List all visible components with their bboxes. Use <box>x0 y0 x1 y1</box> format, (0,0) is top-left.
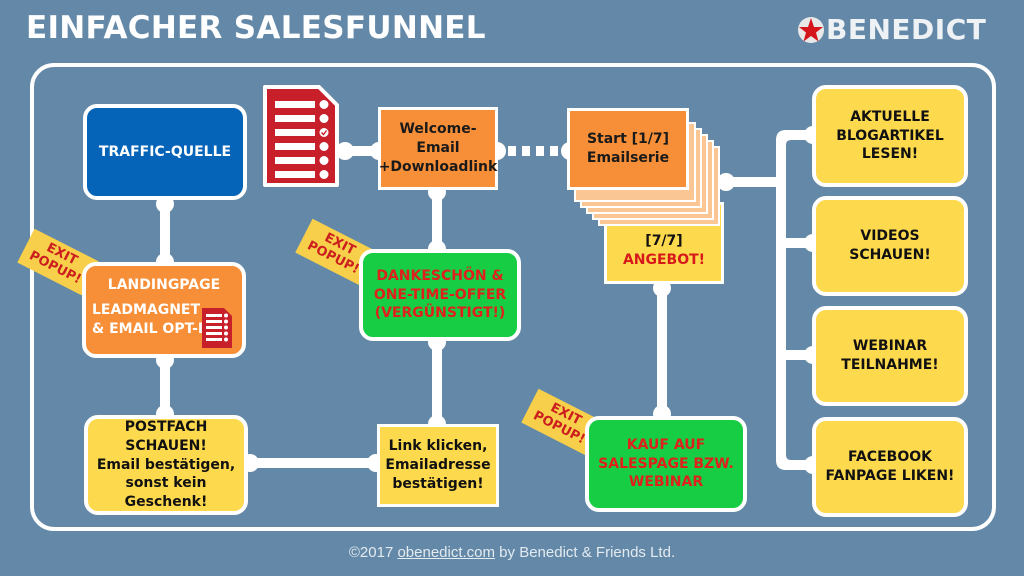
confirm-link-node: Link klicken, Emailadresse bestätigen! <box>377 424 499 507</box>
kauf-line2: SALESPAGE BZW. <box>598 455 734 472</box>
connector-link-dankeschoen <box>432 338 442 428</box>
footer-suffix: by Benedict & Friends Ltd. <box>495 544 676 561</box>
dankeschoen-line1: DANKESCHÖN & <box>376 267 504 284</box>
checklist-document-icon <box>202 308 232 348</box>
connector-series-branches <box>726 177 781 187</box>
webinar-node: WEBINAR TEILNAHME! <box>812 306 968 406</box>
blog-line3: LESEN! <box>861 146 919 163</box>
offer-line1: [7/7] <box>645 233 683 250</box>
link-line3: bestätigen! <box>392 475 484 492</box>
connector-postfach-link <box>245 458 380 468</box>
videos-line1: VIDEOS <box>860 228 920 245</box>
checklist-document-icon <box>263 85 339 187</box>
welcome-email-node: Welcome- Email +Downloadlink <box>378 107 498 190</box>
dankeschoen-line3: (VERGÜNSTIGT!) <box>374 305 506 322</box>
postfach-line1: POSTFACH SCHAUEN! <box>124 418 208 454</box>
webinar-line2: TEILNAHME! <box>841 357 939 373</box>
series-line1: Start [1/7] <box>586 131 670 148</box>
welcome-line3: +Downloadlink <box>378 158 498 175</box>
welcome-line2: Email <box>416 140 460 157</box>
link-line1: Link klicken, <box>388 438 488 455</box>
facebook-line1: FACEBOOK <box>848 449 932 466</box>
series-line2: Emailserie <box>586 150 670 166</box>
postfach-line2: Email bestätigen, <box>96 456 236 473</box>
connector-offer-kauf <box>657 284 667 416</box>
traffic-source-label: TRAFFIC-QUELLE <box>98 143 232 160</box>
blog-line1: AKTUELLE <box>850 108 930 125</box>
webinar-line1: WEBINAR <box>852 338 928 355</box>
traffic-source-node: TRAFFIC-QUELLE <box>83 104 247 200</box>
blog-line2: BLOGARTIKEL <box>836 127 944 144</box>
landingpage-node: LANDINGPAGE LEADMAGNET & EMAIL OPT-IN <box>82 262 246 358</box>
dankeschoen-offer-node: DANKESCHÖN & ONE-TIME-OFFER (VERGÜNSTIGT… <box>359 249 521 341</box>
videos-node: VIDEOS SCHAUEN! <box>812 196 968 296</box>
landingpage-title: LANDINGPAGE <box>107 277 221 293</box>
footer-link[interactable]: obenedict.com <box>397 544 495 561</box>
link-line2: Emailadresse <box>385 457 491 474</box>
kauf-line1: KAUF AUF <box>626 436 706 453</box>
kauf-line3: WEBINAR <box>628 474 704 491</box>
footer-prefix: ©2017 <box>348 544 398 561</box>
welcome-line1: Welcome- <box>399 121 477 138</box>
videos-line2: SCHAUEN! <box>849 247 931 263</box>
footer-credit: ©2017 obenedict.com by Benedict & Friend… <box>0 544 1024 561</box>
purchase-node: KAUF AUF SALESPAGE BZW. WEBINAR <box>585 416 747 512</box>
connector-welcome-series-dotted <box>508 146 516 156</box>
blog-articles-node: AKTUELLE BLOGARTIKEL LESEN! <box>812 85 968 187</box>
facebook-line2: FANPAGE LIKEN! <box>825 468 955 484</box>
postfach-line3: sonst kein Geschenk! <box>124 475 208 511</box>
offer-line2: ANGEBOT! <box>622 252 706 268</box>
postfach-node: POSTFACH SCHAUEN! Email bestätigen, sons… <box>84 415 248 515</box>
dankeschoen-line2: ONE-TIME-OFFER <box>373 286 507 303</box>
facebook-node: FACEBOOK FANPAGE LIKEN! <box>812 417 968 517</box>
email-series-start-node: Start [1/7] Emailserie <box>567 108 689 190</box>
